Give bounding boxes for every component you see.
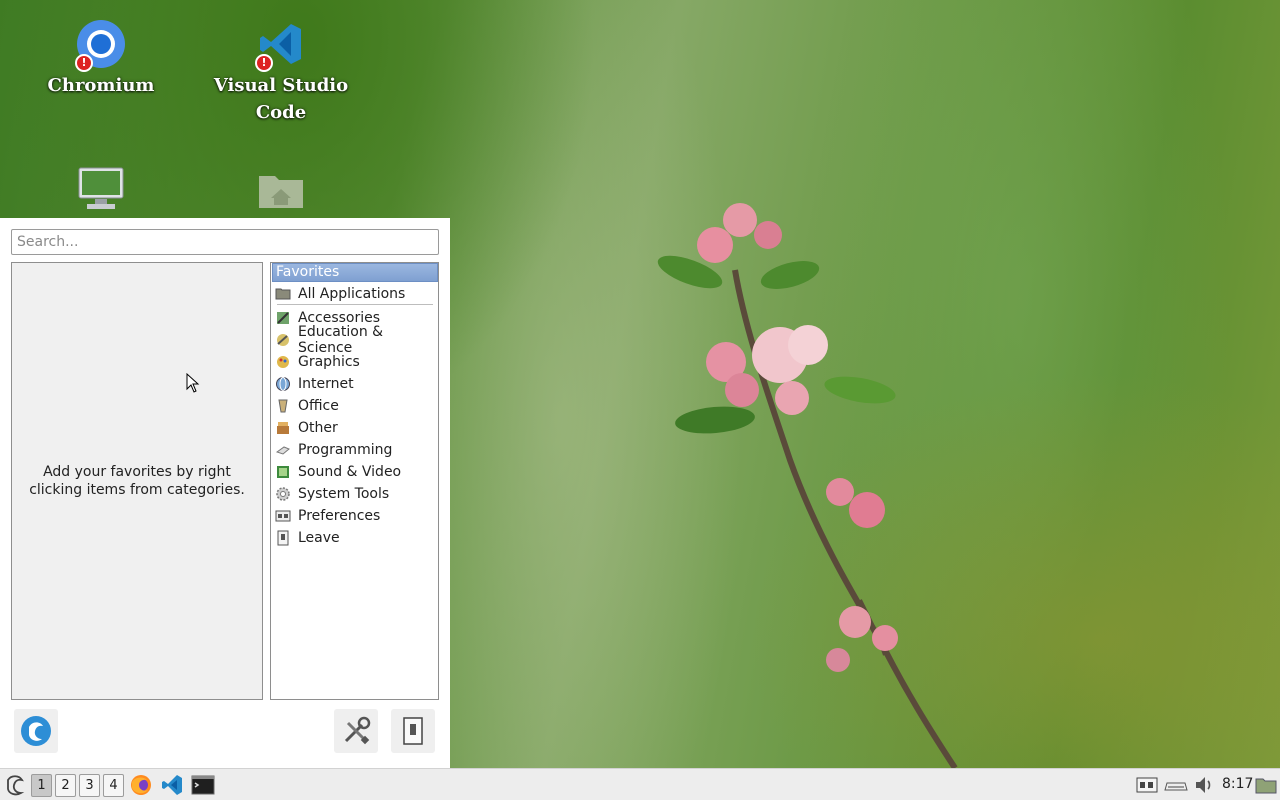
workspace-2[interactable]: 2: [55, 774, 76, 797]
leave-icon: [403, 717, 423, 745]
category-office[interactable]: Office: [272, 395, 437, 417]
keyboard-layout-icon[interactable]: [1135, 773, 1159, 797]
desktop-icon-vscode[interactable]: ! Visual Studio Code: [196, 18, 366, 126]
leave-button[interactable]: [391, 709, 435, 753]
accessories-icon: [277, 312, 289, 324]
desktop-icon-chromium[interactable]: ! Chromium: [16, 18, 186, 99]
terminal-icon[interactable]: [191, 773, 215, 797]
category-label: Preferences: [298, 508, 381, 524]
workspace-3[interactable]: 3: [79, 774, 100, 797]
system-tools-icon: [276, 487, 290, 501]
mouse-cursor: [186, 373, 200, 393]
volume-icon[interactable]: [1192, 773, 1216, 797]
category-label: Internet: [298, 376, 354, 392]
category-label: Programming: [298, 442, 393, 458]
category-favorites[interactable]: Favorites: [272, 263, 438, 282]
category-label: Leave: [298, 530, 340, 546]
category-label: Sound & Video: [298, 464, 402, 480]
chromium-icon: !: [75, 18, 127, 72]
category-separator: [277, 304, 433, 305]
desktop-icon-label: Chromium: [47, 75, 155, 96]
home-folder-icon: [255, 164, 307, 216]
network-icon[interactable]: [1164, 773, 1188, 797]
start-menu-icon[interactable]: [3, 773, 27, 797]
category-preferences[interactable]: Preferences: [272, 505, 437, 527]
category-system-tools[interactable]: System Tools: [272, 483, 437, 505]
desktop-icon-computer[interactable]: [16, 164, 186, 218]
workspace-1[interactable]: 1: [31, 774, 52, 797]
settings-button[interactable]: [334, 709, 378, 753]
graphics-icon: [277, 356, 289, 368]
category-education-science[interactable]: Education & Science: [272, 324, 437, 356]
workspace-4[interactable]: 4: [103, 774, 124, 797]
programming-icon: [275, 446, 290, 455]
taskbar: 1 2 3 4 8:17: [0, 768, 1280, 800]
preferences-icon: [275, 510, 291, 522]
category-label: Graphics: [298, 354, 360, 370]
computer-icon: [75, 164, 127, 216]
category-sound-video[interactable]: Sound & Video: [272, 461, 437, 483]
folder-icon: [275, 288, 291, 300]
vscode-icon[interactable]: [160, 773, 184, 797]
leave-icon: [277, 530, 289, 546]
category-internet[interactable]: Internet: [272, 373, 437, 395]
office-icon: [278, 399, 288, 413]
category-all-applications[interactable]: All Applications: [272, 283, 437, 305]
settings-icon: [344, 716, 371, 745]
about-button[interactable]: [14, 709, 58, 753]
favorites-hint: Add your favorites by right clicking ite…: [29, 464, 245, 498]
category-label: Office: [298, 398, 339, 414]
desktop-icon-home[interactable]: [196, 164, 366, 218]
other-icon: [277, 422, 289, 434]
internet-icon: [276, 377, 290, 391]
category-label: Other: [298, 420, 338, 436]
favorites-pane[interactable]: Add your favorites by right clicking ite…: [11, 262, 263, 700]
category-label: System Tools: [298, 486, 390, 502]
education-icon: [277, 334, 289, 346]
search-input[interactable]: [11, 229, 439, 255]
show-desktop-icon[interactable]: [1254, 773, 1278, 797]
category-label: All Applications: [298, 286, 406, 302]
category-programming[interactable]: Programming: [272, 439, 437, 461]
sound-video-icon: [277, 466, 289, 478]
category-graphics[interactable]: Graphics: [272, 351, 437, 373]
desktop-icon-label: Visual Studio Code: [213, 75, 349, 123]
categories-pane: Favorites All Applications Accessories E…: [270, 262, 439, 700]
firefox-icon[interactable]: [129, 773, 153, 797]
about-icon: [21, 716, 51, 746]
clock[interactable]: 8:17: [1222, 776, 1253, 792]
category-leave[interactable]: Leave: [272, 527, 437, 549]
vscode-icon: !: [255, 18, 307, 72]
category-other[interactable]: Other: [272, 417, 437, 439]
